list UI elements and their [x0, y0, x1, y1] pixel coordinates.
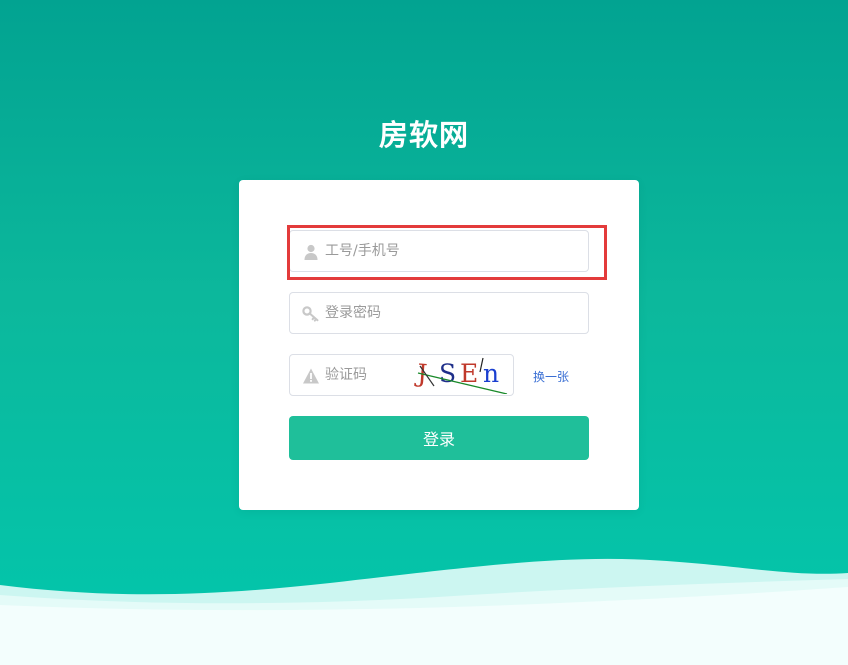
wave-decoration	[0, 558, 848, 665]
captcha-char: S	[439, 359, 456, 388]
user-icon	[304, 244, 318, 260]
key-icon	[302, 306, 319, 322]
captcha-image[interactable]: J S E n	[412, 356, 512, 394]
refresh-captcha-link[interactable]: 换一张	[533, 368, 569, 385]
username-input[interactable]	[325, 231, 575, 271]
login-card: J S E n 换一张 登录	[239, 180, 639, 510]
captcha-char: n	[483, 359, 499, 388]
site-title: 房软网	[378, 118, 469, 152]
login-page: 房软网 J S E	[0, 0, 848, 665]
login-button[interactable]: 登录	[289, 416, 589, 460]
captcha-field: J S E n	[289, 354, 514, 396]
username-field	[289, 230, 589, 272]
password-input[interactable]	[325, 293, 575, 333]
warning-icon	[303, 368, 319, 384]
captcha-input[interactable]	[325, 355, 405, 395]
password-field	[289, 292, 589, 334]
